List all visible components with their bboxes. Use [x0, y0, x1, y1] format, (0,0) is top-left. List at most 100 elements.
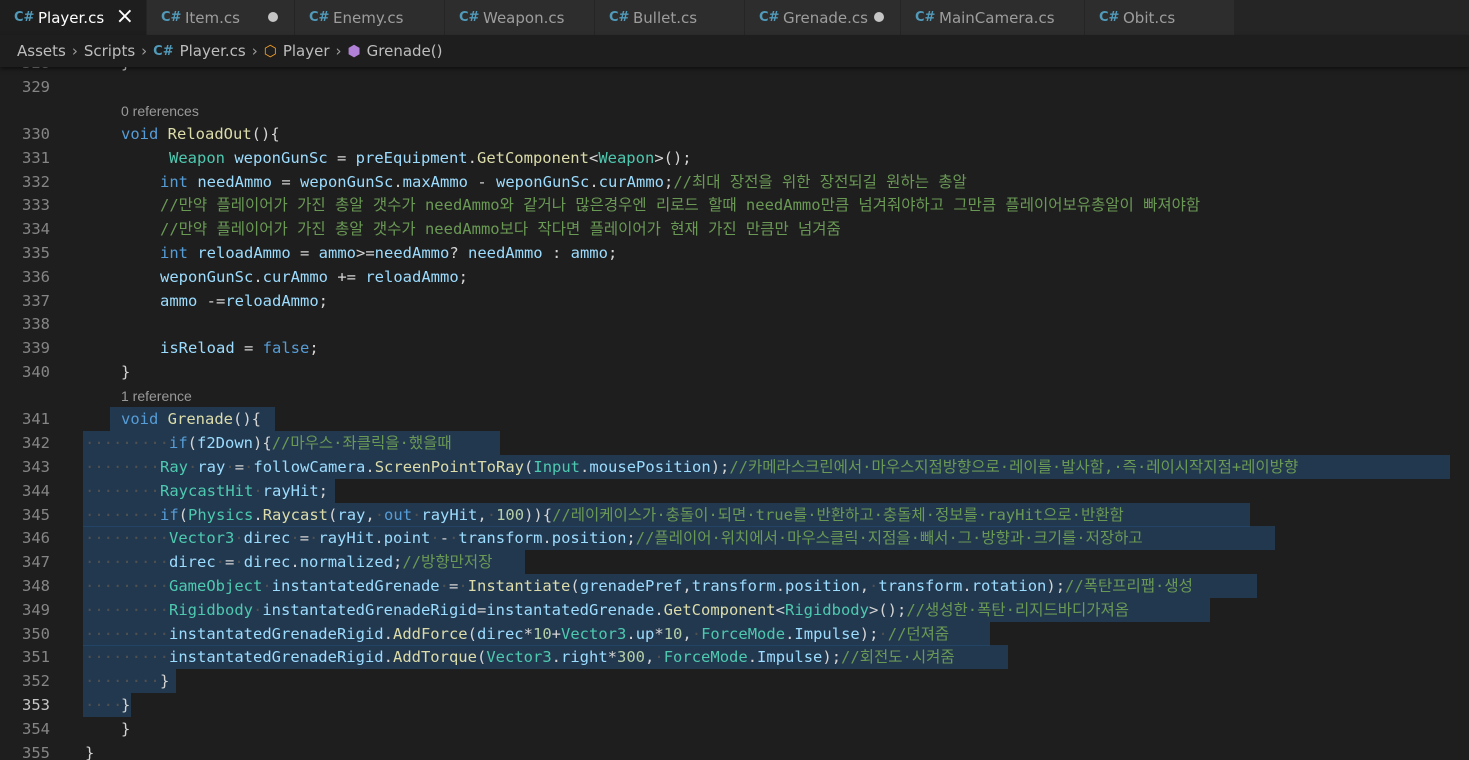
code-token: 10	[533, 625, 552, 643]
editor-tab-bar: C# Player.cs × C# Item.cs C# Enemy.cs C# Weapon.…	[0, 0, 1469, 35]
code-token: needAmmo	[374, 244, 450, 262]
code-editor[interactable]: 0 references 1 reference 328} 329 330 void …	[0, 67, 1469, 760]
tab-player[interactable]: C# Player.cs ×	[0, 0, 147, 35]
code-token: out	[384, 506, 413, 524]
code-line[interactable]: 333 //만약 플레이어가 가진 총알 갯수가 needAmmo와 같거나 많은…	[0, 193, 1469, 217]
code-line[interactable]: 332 int needAmmo = weponGunSc.maxAmmo - w…	[0, 170, 1469, 194]
code-token: .	[393, 173, 403, 191]
code-line[interactable]: 339 isReload = false;	[0, 336, 1469, 360]
code-token: //만약 플레이어가 가진 총알 갯수가 needAmmo보다 작다면 플레이어…	[160, 220, 841, 238]
line-number: 337	[22, 292, 50, 310]
csharp-file-icon: C#	[915, 10, 936, 25]
code-line[interactable]: 349 ········· Rigidbody·instantatedGrenade…	[0, 598, 1469, 622]
code-token: followCamera	[253, 458, 366, 476]
code-line[interactable]: 342 ········· if(f2Down){//마우스·좌클릭을·했을때	[0, 431, 1469, 455]
tab-bullet[interactable]: C# Bullet.cs	[595, 0, 745, 35]
code-token: =	[327, 149, 356, 167]
tab-maincamera[interactable]: C# MainCamera.cs	[901, 0, 1085, 35]
code-token: *	[607, 648, 618, 666]
code-text: }	[160, 669, 169, 693]
code-token: .	[775, 577, 786, 595]
code-token: Vector3	[561, 625, 627, 643]
code-token: ·	[869, 577, 879, 595]
code-token: ;	[318, 292, 328, 310]
code-token: ·	[262, 577, 272, 595]
code-token: //방향만저장	[402, 553, 493, 571]
code-token: Rigidbody	[169, 601, 253, 619]
code-line[interactable]: 337 ammo -=reloadAmmo;	[0, 289, 1469, 313]
code-token: Grenade	[167, 410, 233, 428]
code-token: ;	[393, 553, 403, 571]
code-token: );	[710, 458, 730, 476]
code-token: .	[383, 625, 393, 643]
code-line[interactable]: 353 ····}	[0, 693, 1469, 717]
codelens-references[interactable]: 0 references	[121, 101, 199, 121]
code-token: ){	[253, 434, 272, 452]
line-number: 354	[22, 720, 50, 738]
unsaved-dot-icon[interactable]	[874, 12, 884, 22]
code-line[interactable]: 336 weponGunSc.curAmmo += reloadAmmo;	[0, 265, 1469, 289]
code-token: ·	[439, 577, 449, 595]
tab-item[interactable]: C# Item.cs	[147, 0, 295, 35]
code-token: isReload	[160, 339, 235, 357]
line-number: 341	[22, 410, 50, 428]
code-token: //카메라스크린에서·마우스지점방향으로·레이를·발사함,·즉·레이시작지점+레…	[729, 458, 1299, 476]
tab-weapon[interactable]: C# Weapon.cs	[445, 0, 595, 35]
code-line[interactable]: 354}	[0, 717, 1469, 741]
code-line[interactable]: 338	[0, 312, 1469, 336]
code-token: up	[635, 625, 655, 643]
code-line[interactable]: 335 int reloadAmmo = ammo>=needAmmo? need…	[0, 241, 1469, 265]
code-token: (	[178, 506, 189, 524]
class-symbol-icon: ⬡	[263, 42, 277, 60]
method-symbol-icon: ⬢	[347, 42, 361, 60]
code-token: weponGunSc	[299, 173, 394, 191]
code-token: rayHit	[262, 482, 319, 500]
breadcrumb-method[interactable]: Grenade()	[367, 42, 443, 60]
code-text: void Grenade(){	[121, 407, 261, 431]
code-line[interactable]: 331 Weapon weponGunSc = preEquipment.GetC…	[0, 146, 1469, 170]
code-line[interactable]: 351 ········· instantatedGrenadeRigid.AddT…	[0, 645, 1469, 669]
code-token: );	[859, 625, 879, 643]
code-token: maxAmmo	[402, 173, 468, 191]
breadcrumb-scripts[interactable]: Scripts	[84, 42, 135, 60]
code-token: rotation	[971, 577, 1047, 595]
code-line[interactable]: 355}	[0, 741, 1469, 760]
code-token: ·	[878, 625, 888, 643]
code-line[interactable]: 328}	[0, 67, 1469, 75]
code-line[interactable]: 347 ········· direc·=·direc.normalized;//방…	[0, 550, 1469, 574]
code-line[interactable]: 345 ········ if(Physics.Raycast(ray,·out·r…	[0, 503, 1469, 527]
code-token: instantatedGrenadeRigid	[169, 648, 384, 666]
breadcrumb-assets[interactable]: Assets	[17, 42, 66, 60]
code-text: int reloadAmmo = ammo>=needAmmo? needAmm…	[160, 241, 617, 265]
code-line[interactable]: 330 void ReloadOut(){	[0, 122, 1469, 146]
close-icon[interactable]: ×	[116, 4, 134, 29]
code-token: ·	[234, 553, 244, 571]
code-line[interactable]: 329	[0, 75, 1469, 99]
code-line[interactable]: 344 ········ RaycastHit·rayHit;	[0, 479, 1469, 503]
code-token: direc	[243, 553, 291, 571]
unsaved-dot-icon[interactable]	[268, 12, 278, 22]
code-token: ·	[225, 458, 235, 476]
breadcrumb-file[interactable]: Player.cs	[180, 42, 246, 60]
code-line[interactable]: 350 ········· instantatedGrenadeRigid.AddF…	[0, 622, 1469, 646]
code-line[interactable]: 340}	[0, 360, 1469, 384]
code-line[interactable]: 348 ········· GameObject·instantatedGrenad…	[0, 574, 1469, 598]
code-token: =	[449, 577, 459, 595]
tab-grenade[interactable]: C# Grenade.cs	[745, 0, 901, 35]
code-line[interactable]: 343 ········ Ray·ray·=·followCamera.Screen…	[0, 455, 1469, 479]
line-number: 339	[22, 339, 50, 357]
code-token: rayHit	[421, 506, 478, 524]
breadcrumb-class[interactable]: Player	[283, 42, 330, 60]
code-line[interactable]: 334 //만약 플레이어가 가진 총알 갯수가 needAmmo보다 작다면 플…	[0, 217, 1469, 241]
code-line[interactable]: 352 ········}	[0, 669, 1469, 693]
code-line[interactable]: 346 ········· Vector3·direc·=·rayHit.point…	[0, 526, 1469, 550]
code-token: .	[589, 173, 599, 191]
code-token: false	[262, 339, 310, 357]
code-token: //만약 플레이어가 가진 총알 갯수가 needAmmo와 같거나 많은경우엔…	[160, 196, 1201, 214]
line-number: 344	[22, 482, 50, 500]
codelens-references[interactable]: 1 reference	[121, 386, 192, 406]
code-token: instantatedGrenade	[271, 577, 440, 595]
tab-obit[interactable]: C# Obit.cs	[1085, 0, 1235, 35]
code-line[interactable]: 341 void Grenade(){	[0, 407, 1469, 431]
tab-enemy[interactable]: C# Enemy.cs	[295, 0, 445, 35]
